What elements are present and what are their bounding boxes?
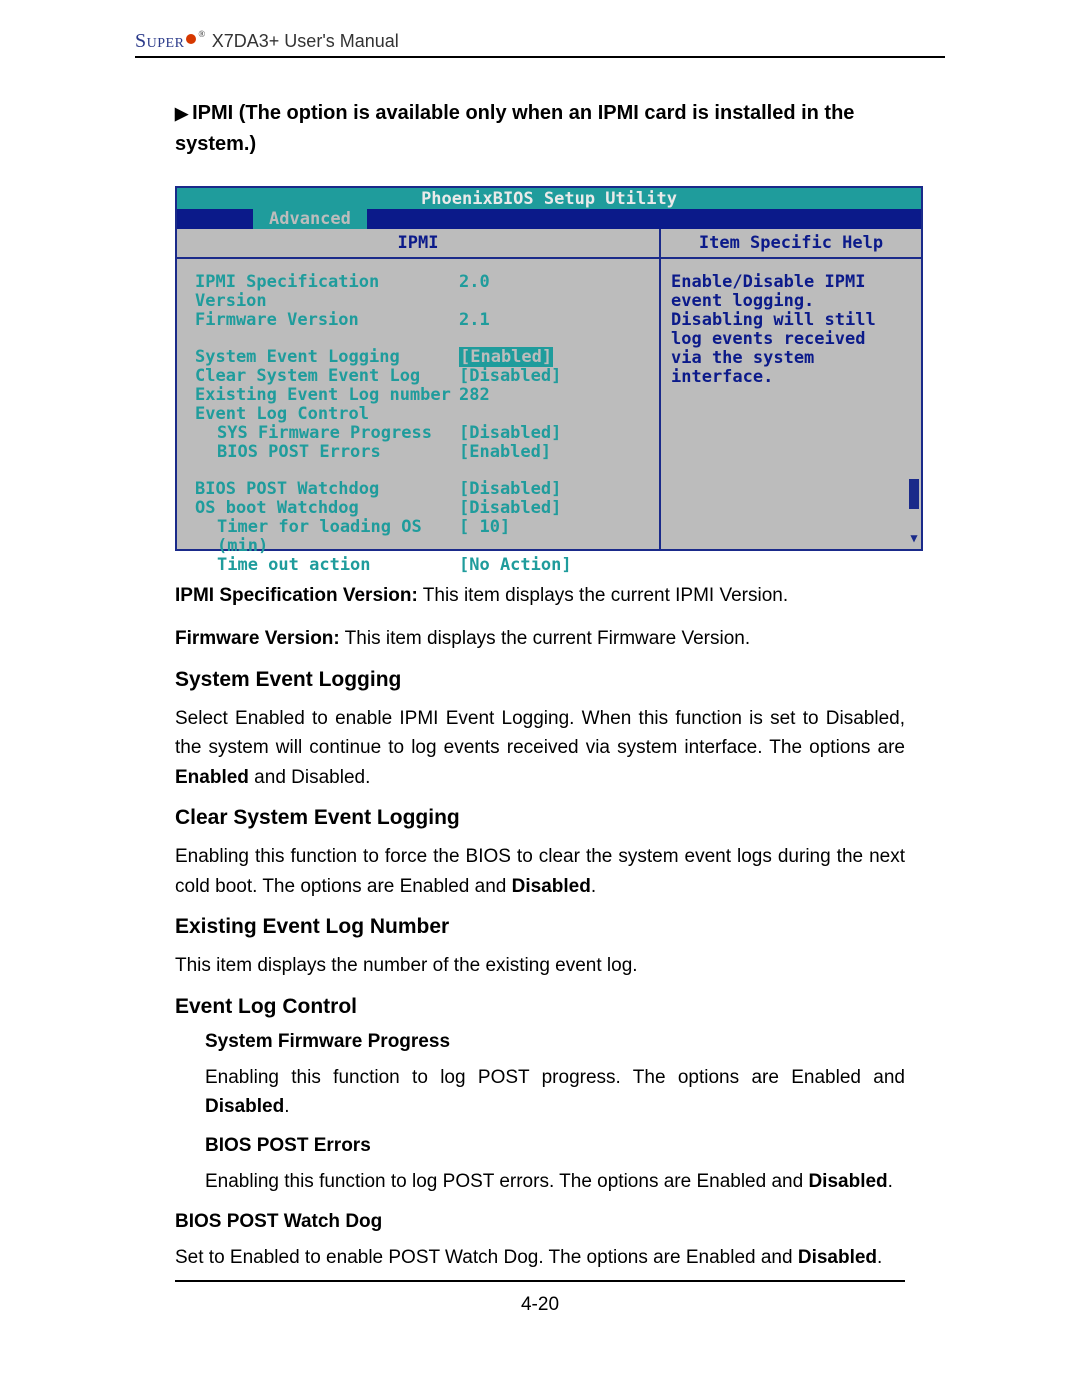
bios-options-panel: IPMI Specification Version 2.0 Firmware …	[177, 259, 661, 549]
paragraph-system-event-logging: Select Enabled to enable IPMI Event Logg…	[175, 704, 905, 792]
page-number: 4-20	[135, 1282, 945, 1328]
heading-system-event-logging: System Event Logging	[175, 668, 905, 692]
bios-item-label[interactable]: Clear System Event Log	[195, 367, 455, 386]
bios-item-value[interactable]: [Disabled]	[459, 424, 651, 443]
bios-tab-advanced[interactable]: Advanced	[253, 209, 367, 229]
bios-item-label[interactable]: Time out action	[195, 556, 455, 575]
paragraph-firmware: Firmware Version: This item displays the…	[175, 624, 905, 653]
text: Select Enabled to enable IPMI Event Logg…	[175, 708, 905, 758]
brand-text: Super	[135, 30, 184, 53]
section-title-rest: (The option is available only when an IP…	[175, 102, 854, 155]
bios-item-value[interactable]: [Disabled]	[459, 367, 651, 386]
bios-item-value: 2.0	[459, 273, 651, 311]
text: .	[888, 1171, 893, 1192]
brand-logo: Super ®	[135, 30, 206, 53]
brand-registered-icon: ®	[198, 29, 205, 39]
text: Enabling this function to log POST error…	[205, 1171, 808, 1192]
paragraph-system-firmware-progress: Enabling this function to log POST progr…	[205, 1063, 905, 1122]
bold-text: Disabled	[512, 876, 591, 897]
text: This item displays the current Firmware …	[340, 628, 750, 649]
bios-title-bar: PhoenixBIOS Setup Utility	[177, 188, 921, 209]
heading-existing-event-log-number: Existing Event Log Number	[175, 915, 905, 939]
scrollbar-thumb[interactable]	[909, 479, 919, 509]
text: .	[877, 1247, 882, 1268]
bios-item-label[interactable]: BIOS POST Errors	[195, 443, 455, 462]
bios-item-value[interactable]: [Disabled]	[459, 480, 651, 499]
text: Enabling this function to log POST progr…	[205, 1067, 905, 1088]
bios-item-label[interactable]: BIOS POST Watchdog	[195, 480, 455, 499]
bios-help-panel: Enable/Disable IPMI event logging. Disab…	[661, 259, 913, 395]
heading-clear-system-event-logging: Clear System Event Logging	[175, 806, 905, 830]
bios-item-label: IPMI Specification Version	[195, 273, 455, 311]
chevron-down-icon[interactable]: ▼	[909, 531, 919, 543]
bold-text: Disabled	[798, 1247, 877, 1268]
bold-text: Firmware Version:	[175, 628, 340, 649]
bios-right-header: Item Specific Help	[661, 229, 921, 257]
bios-item-value[interactable]: [Enabled]	[459, 348, 651, 367]
bios-item-label: Existing Event Log number	[195, 386, 455, 405]
paragraph-bios-post-watchdog: Set to Enabled to enable POST Watch Dog.…	[175, 1243, 905, 1272]
paragraph-existing-event-log-number: This item displays the number of the exi…	[175, 951, 905, 980]
bios-left-header: IPMI	[177, 229, 661, 257]
bios-item-value: 2.1	[459, 311, 651, 330]
bios-item-label: Firmware Version	[195, 311, 455, 330]
text: This item displays the current IPMI Vers…	[418, 585, 788, 606]
heading-system-firmware-progress: System Firmware Progress	[205, 1031, 905, 1053]
bios-selected-value: [Enabled]	[459, 347, 553, 367]
paragraph-clear-system-event-logging: Enabling this function to force the BIOS…	[175, 842, 905, 901]
bios-item-label[interactable]: Timer for loading OS (min)	[195, 518, 455, 556]
bios-item-label[interactable]: System Event Logging	[195, 348, 455, 367]
bios-item-label[interactable]: OS boot Watchdog	[195, 499, 455, 518]
bios-item-value[interactable]: [ 10]	[459, 518, 651, 556]
brand-dot-icon	[186, 34, 196, 44]
bios-tab-bar: Advanced	[177, 209, 921, 229]
bios-item-value: 282	[459, 386, 651, 405]
bold-text: Disabled	[808, 1171, 887, 1192]
bold-text: Enabled	[175, 767, 249, 788]
section-title: ▶IPMI (The option is available only when…	[175, 98, 905, 160]
page-header: Super ® X7DA3+ User's Manual	[135, 30, 945, 58]
paragraph-ipmi-spec: IPMI Specification Version: This item di…	[175, 581, 905, 610]
bios-item-label[interactable]: SYS Firmware Progress	[195, 424, 455, 443]
triangle-icon: ▶	[175, 104, 188, 123]
text: .	[284, 1096, 289, 1117]
heading-bios-post-watchdog: BIOS POST Watch Dog	[175, 1211, 905, 1233]
bold-text: Disabled	[205, 1096, 284, 1117]
bios-item-value[interactable]: [Disabled]	[459, 499, 651, 518]
text: .	[591, 876, 596, 897]
section-title-bold: IPMI	[192, 102, 233, 124]
heading-event-log-control: Event Log Control	[175, 995, 905, 1019]
heading-bios-post-errors: BIOS POST Errors	[205, 1135, 905, 1157]
bios-item-value[interactable]: [Enabled]	[459, 443, 651, 462]
text: Set to Enabled to enable POST Watch Dog.…	[175, 1247, 798, 1268]
scrollbar-track[interactable]: ▼	[909, 267, 919, 543]
bios-setup-screenshot: PhoenixBIOS Setup Utility Advanced IPMI …	[175, 186, 923, 551]
bios-item-label: Event Log Control	[195, 405, 651, 424]
paragraph-bios-post-errors: Enabling this function to log POST error…	[205, 1167, 905, 1196]
bios-item-value[interactable]: [No Action]	[459, 556, 651, 575]
manual-title: X7DA3+ User's Manual	[212, 31, 399, 52]
bold-text: IPMI Specification Version:	[175, 585, 418, 606]
text: and Disabled.	[249, 767, 370, 788]
